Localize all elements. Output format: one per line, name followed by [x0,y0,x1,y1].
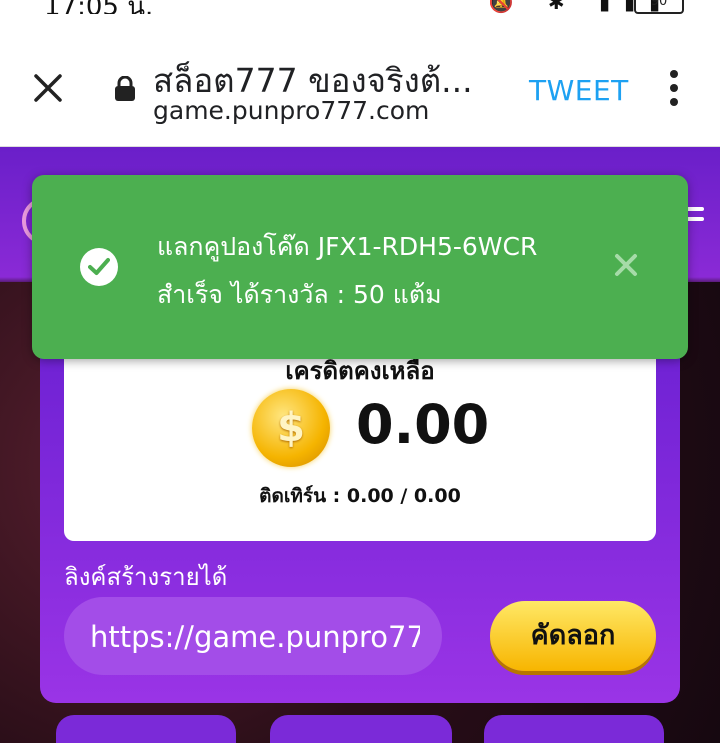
affiliate-label: ลิงค์สร้างรายได้ [64,563,228,591]
toast-message-coupon: แลกคูปองโค๊ด JFX1-RDH5-6WCR [157,232,538,261]
menu-tile[interactable] [56,715,236,743]
wallet-panel: เครดิตคงเหลือ $ 0.00 ติดเทิร์น : 0.00 / … [40,317,680,703]
menu-tile[interactable] [484,715,664,743]
balance-amount: 0.00 [356,393,490,456]
affiliate-link-input[interactable] [88,597,422,675]
browser-header: สล็อต777 ของจริงต้... game.punpro777.com… [0,14,720,147]
menu-tile[interactable] [270,715,452,743]
status-bar: 17:05 น. 🔕 ✱ ▮▮▮ 90 [0,0,720,14]
menu-tiles [0,715,720,743]
toast-message-reward: สำเร็จ ได้รางวัล : 50 แต้ม [157,280,442,309]
battery-icon: 90 [634,0,684,14]
close-icon[interactable] [30,70,66,106]
more-options-icon[interactable] [664,70,684,110]
coin-icon: $ [252,389,330,467]
tweet-button[interactable]: TWEET [529,74,629,107]
turnover-text: ติดเทิร์น : 0.00 / 0.00 [259,485,461,507]
success-toast: แลกคูปองโค๊ด JFX1-RDH5-6WCR สำเร็จ ได้รา… [32,175,688,359]
copy-button[interactable]: คัดลอก [490,601,656,671]
status-time: 17:05 น. [44,0,153,14]
lock-icon [114,75,136,102]
balance-card: เครดิตคงเหลือ $ 0.00 ติดเทิร์น : 0.00 / … [64,345,656,541]
check-circle-icon [80,248,118,286]
toast-close-icon[interactable] [612,251,640,279]
page-url: game.punpro777.com [153,96,430,125]
affiliate-link-box [64,597,442,675]
